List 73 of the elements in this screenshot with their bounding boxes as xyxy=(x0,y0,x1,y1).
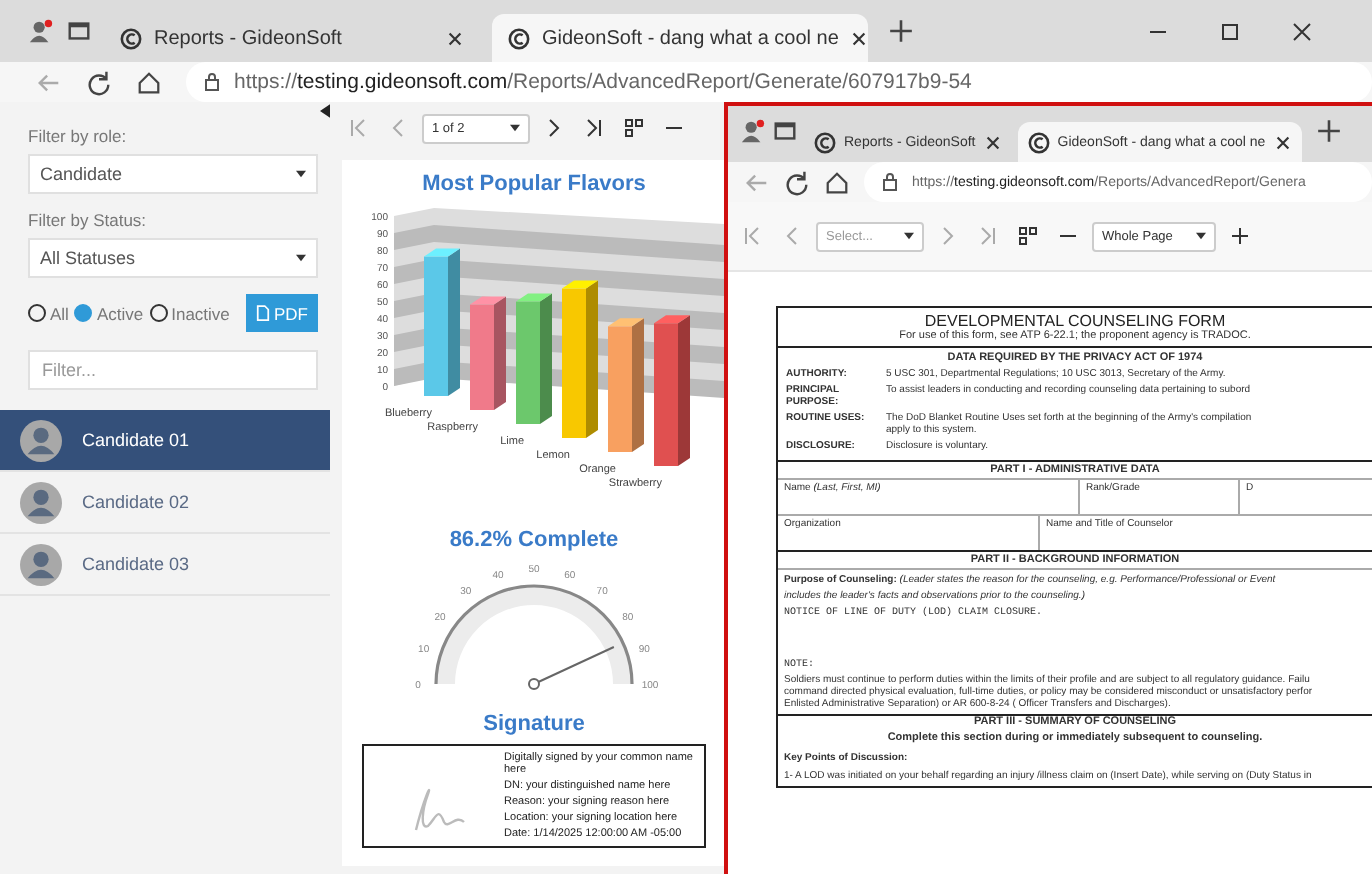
tab-actions-icon[interactable] xyxy=(66,18,92,44)
close-icon[interactable] xyxy=(850,29,869,47)
candidate-name: Candidate 02 xyxy=(82,492,190,512)
avatar-icon xyxy=(20,543,62,585)
lock-icon xyxy=(202,72,222,92)
signature-title: Signature xyxy=(483,712,585,736)
plus-icon xyxy=(1230,226,1250,246)
candidate-name: Candidate 01 xyxy=(82,430,190,450)
avatar-icon xyxy=(20,419,62,461)
thumbnails-icon xyxy=(624,118,644,138)
new-tab-icon[interactable] xyxy=(1315,118,1342,144)
first-page-icon xyxy=(742,226,762,246)
profile-icon[interactable] xyxy=(28,18,54,44)
refresh-icon[interactable] xyxy=(86,69,112,95)
site-logo-icon xyxy=(508,27,530,49)
next-icon xyxy=(938,226,958,246)
new-tab-icon[interactable] xyxy=(888,18,914,44)
previous-icon xyxy=(782,226,802,246)
last-page-icon xyxy=(584,118,604,138)
previous-icon xyxy=(388,118,408,138)
avatar-icon xyxy=(20,481,62,523)
close-icon[interactable] xyxy=(446,29,464,47)
home-icon[interactable] xyxy=(824,169,850,195)
chart-bar xyxy=(608,318,644,452)
tab-title: Reports - GideonSoft xyxy=(154,27,344,49)
profile-icon[interactable] xyxy=(740,118,766,144)
candidate-item[interactable]: Candidate 01 xyxy=(0,410,330,472)
chart-bar xyxy=(470,296,506,410)
url-text: https://testing.gideonsoft.com/Reports/AdvancedReport/Generate/607917b9-54 xyxy=(234,70,972,94)
maximize-icon[interactable] xyxy=(1220,21,1240,41)
site-logo-icon xyxy=(120,27,142,49)
address-field[interactable]: https://testing.gideonsoft.com/Reports/AdvancedReport/Generate/607917b9-54 xyxy=(186,62,1372,102)
site-logo-icon xyxy=(814,131,836,153)
caret-icon xyxy=(510,124,520,132)
filter-label: Filter by role: xyxy=(28,126,129,146)
thumbnails-icon xyxy=(1018,226,1038,246)
site-logo-icon xyxy=(1027,131,1050,153)
candidate-item[interactable]: Candidate 03 xyxy=(0,534,330,596)
caret-icon xyxy=(1196,232,1206,240)
document-icon xyxy=(256,304,270,322)
radio-button[interactable] xyxy=(149,304,168,322)
close-icon[interactable] xyxy=(1273,133,1292,151)
collapse-icon[interactable] xyxy=(320,104,330,118)
filter-label: Filter by Status: xyxy=(28,210,149,230)
role-dropdown[interactable]: Candidate xyxy=(28,154,318,194)
browser-tab[interactable]: GideonSoft - dang what a cool ne xyxy=(492,14,868,62)
status-dropdown[interactable]: All Statuses xyxy=(28,238,318,278)
refresh-icon[interactable] xyxy=(784,169,810,195)
candidate-item[interactable]: Candidate 02 xyxy=(0,472,330,534)
browser-tab[interactable]: Reports - GideonSoft xyxy=(104,14,480,62)
candidate-name: Candidate 03 xyxy=(82,554,190,574)
caret-icon xyxy=(296,254,306,262)
close-icon[interactable] xyxy=(983,133,1002,151)
caret-icon xyxy=(296,170,306,178)
tab-title: GideonSoft - dang what a cool ne xyxy=(542,27,839,49)
chart-title: Most Popular Flavors xyxy=(422,172,646,196)
gauge-title: 86.2% Complete xyxy=(449,528,619,552)
chart-bar xyxy=(516,293,552,424)
radio-button[interactable] xyxy=(28,304,46,322)
form-title: DEVELOPMENTAL COUNSELING FORM xyxy=(922,312,1228,330)
next-icon xyxy=(544,118,564,138)
caret-icon xyxy=(904,232,914,240)
tab-actions-icon[interactable] xyxy=(772,118,798,144)
radio-label: All xyxy=(50,303,69,323)
radio-label: Inactive xyxy=(171,303,230,323)
first-page-icon xyxy=(348,118,368,138)
radio-label: Active xyxy=(96,303,144,323)
radio-button[interactable] xyxy=(74,304,93,322)
last-page-icon xyxy=(978,226,998,246)
close-icon[interactable] xyxy=(1292,21,1312,41)
home-icon[interactable] xyxy=(136,69,162,95)
lock-icon xyxy=(880,172,900,192)
filter-field[interactable]: Filter... xyxy=(28,350,318,390)
